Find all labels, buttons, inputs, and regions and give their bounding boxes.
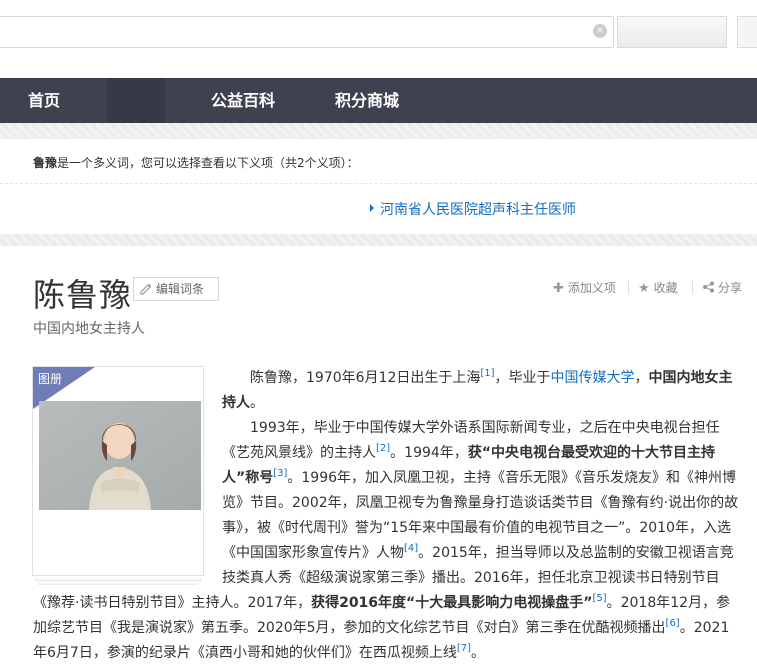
- star-icon: ★: [638, 281, 650, 296]
- polysemant-box: 鲁豫是一个多义词，您可以选择查看以下义项（共2个义项）： 河南省人民医院超声科主…: [0, 138, 757, 234]
- text: ，毕业于: [494, 370, 551, 386]
- polysemant-text: 是一个多义词，您可以选择查看以下义项（共2个义项）：: [57, 156, 359, 170]
- polysemant-term: 鲁豫: [33, 156, 58, 170]
- nav-charity-encyclopedia[interactable]: 公益百科: [211, 78, 275, 123]
- nav-points-mall[interactable]: 积分商城: [335, 78, 399, 123]
- add-meaning-button[interactable]: ✚ 添加义项: [553, 279, 616, 296]
- texture-band: [0, 123, 757, 138]
- text: 。1994年，: [390, 445, 468, 461]
- plus-icon: ✚: [553, 281, 564, 296]
- citation-7[interactable]: [7]: [457, 643, 471, 654]
- nav-home[interactable]: 首页: [28, 78, 60, 123]
- polysemant-link-label: 河南省人民医院超声科主任医师: [380, 202, 576, 218]
- summary-paragraph: 陈鲁豫，1970年6月12日出生于上海[1]，毕业于中国传媒大学，中国内地女主持…: [222, 366, 738, 416]
- edit-entry-label: 编辑词条: [156, 282, 205, 296]
- triangle-right-icon: [370, 204, 374, 212]
- text: 。: [471, 645, 485, 661]
- main-nav: 首页 公益百科 积分商城: [0, 78, 757, 123]
- album-label: 图册: [38, 372, 63, 386]
- top-bar: ×: [0, 0, 757, 78]
- divider: [628, 280, 629, 294]
- share-button[interactable]: 分享: [702, 279, 742, 296]
- share-icon: [703, 281, 714, 293]
- page-title: 陈鲁豫: [33, 276, 133, 314]
- citation-4[interactable]: [4]: [404, 543, 418, 554]
- citation-3[interactable]: [3]: [273, 468, 287, 479]
- texture-band: [0, 234, 757, 246]
- divider: [0, 183, 757, 184]
- polysemant-link[interactable]: 河南省人民医院超声科主任医师: [370, 199, 576, 219]
- add-meaning-label: 添加义项: [567, 281, 616, 295]
- citation-2[interactable]: [2]: [376, 443, 390, 454]
- nav-highlight: [107, 78, 165, 123]
- pencil-icon: [140, 283, 152, 295]
- link-cuc[interactable]: 中国传媒大学: [551, 370, 635, 386]
- float-spacer: [33, 416, 222, 591]
- citation-6[interactable]: [6]: [666, 618, 680, 629]
- clear-search-icon[interactable]: ×: [593, 24, 607, 38]
- search-button[interactable]: [617, 16, 727, 48]
- entry-subtitle: 中国内地女主持人: [33, 321, 145, 337]
- entry-main: 陈鲁豫 编辑词条 中国内地女主持人 ✚ 添加义项 ★ 收藏 分享 图册 陈鲁豫，…: [0, 246, 757, 670]
- search-input[interactable]: [0, 16, 614, 48]
- share-label: 分享: [718, 281, 743, 295]
- text: ，: [634, 370, 649, 386]
- favorite-label: 收藏: [653, 281, 678, 295]
- text: 陈鲁豫，1970年6月12日出生于上海: [250, 370, 481, 386]
- bold-text: 获得2016年度“十大最具影响力电视操盘手”: [311, 595, 593, 611]
- citation-5[interactable]: [5]: [592, 593, 606, 604]
- career-paragraph: 1993年，毕业于中国传媒大学外语系国际新闻专业，之后在中央电视台担任《艺苑风景…: [33, 416, 739, 666]
- divider: [692, 280, 693, 294]
- text: 。: [250, 395, 264, 411]
- secondary-search-button[interactable]: [737, 16, 757, 48]
- favorite-button[interactable]: ★ 收藏: [638, 279, 678, 296]
- citation-1[interactable]: [1]: [480, 368, 494, 379]
- polysemant-intro: 鲁豫是一个多义词，您可以选择查看以下义项（共2个义项）：: [33, 154, 359, 171]
- edit-entry-button[interactable]: 编辑词条: [133, 277, 219, 301]
